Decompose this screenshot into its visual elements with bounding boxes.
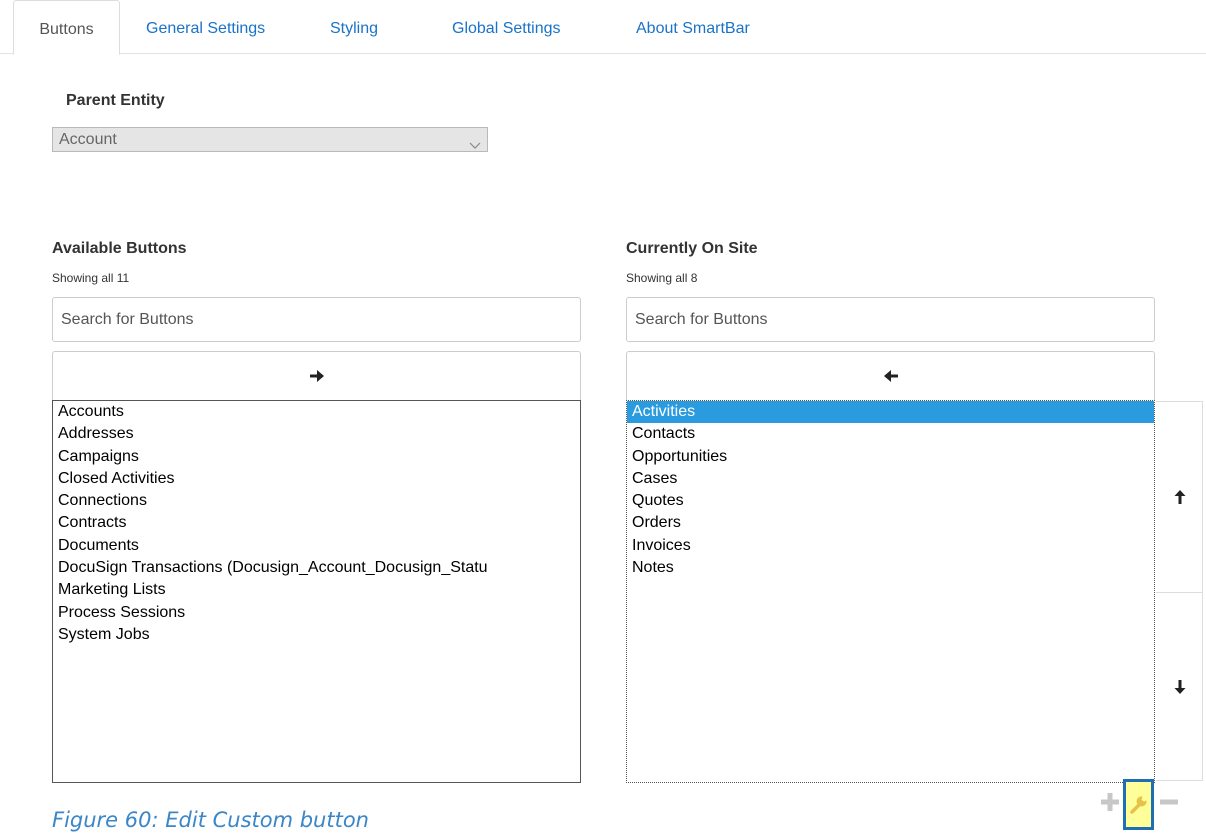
- edit-button[interactable]: [1123, 779, 1154, 830]
- list-item[interactable]: System Jobs: [53, 624, 580, 646]
- plus-icon: [1099, 793, 1121, 817]
- figure-caption: Figure 60: Edit Custom button: [52, 808, 369, 832]
- available-buttons-title: Available Buttons: [52, 240, 187, 257]
- list-item[interactable]: Marketing Lists: [53, 579, 580, 601]
- tab-styling[interactable]: Styling: [330, 0, 378, 53]
- tab-about-smartbar[interactable]: About SmartBar: [636, 0, 750, 53]
- list-item[interactable]: Contacts: [627, 423, 1154, 445]
- available-buttons-count: Showing all 11: [52, 271, 130, 285]
- list-item[interactable]: Documents: [53, 535, 580, 557]
- tab-buttons[interactable]: Buttons: [13, 0, 120, 55]
- add-button[interactable]: [1099, 791, 1121, 813]
- tab-global-settings[interactable]: Global Settings: [452, 0, 561, 53]
- list-item[interactable]: Addresses: [53, 423, 580, 445]
- list-item[interactable]: Quotes: [627, 490, 1154, 512]
- list-item[interactable]: Process Sessions: [53, 602, 580, 624]
- move-up-button[interactable]: [1156, 402, 1203, 593]
- list-item[interactable]: Activities: [627, 401, 1154, 424]
- current-search-input[interactable]: [626, 297, 1155, 342]
- move-to-site-button[interactable]: [52, 351, 581, 400]
- list-item[interactable]: Notes: [627, 557, 1154, 579]
- list-item[interactable]: Connections: [53, 490, 580, 512]
- list-item[interactable]: Invoices: [627, 535, 1154, 557]
- move-down-button[interactable]: [1156, 592, 1203, 782]
- list-item[interactable]: DocuSign Transactions (Docusign_Account_…: [53, 557, 580, 579]
- available-search-input[interactable]: [52, 297, 581, 342]
- tab-general-settings[interactable]: General Settings: [146, 0, 265, 53]
- list-item[interactable]: Opportunities: [627, 446, 1154, 468]
- list-item[interactable]: Cases: [627, 468, 1154, 490]
- tab-bar: Buttons General Settings Styling Global …: [0, 0, 1206, 55]
- parent-entity-select[interactable]: Account: [52, 127, 488, 152]
- parent-entity-label: Parent Entity: [66, 92, 165, 109]
- current-buttons-list[interactable]: Activities Contacts Opportunities Cases Quot…: [626, 400, 1155, 783]
- reorder-panel: [1156, 401, 1203, 781]
- current-buttons-count: Showing all 8: [626, 271, 698, 285]
- list-item[interactable]: Campaigns: [53, 446, 580, 468]
- list-item[interactable]: Closed Activities: [53, 468, 580, 490]
- wrench-icon: [1129, 794, 1149, 819]
- current-buttons-title: Currently On Site: [626, 240, 758, 257]
- available-buttons-list[interactable]: Accounts Addresses Campaigns Closed Activit…: [52, 400, 581, 783]
- chevron-down-icon: [469, 134, 481, 149]
- parent-entity-value: Account: [59, 131, 117, 148]
- move-to-available-button[interactable]: [626, 351, 1155, 400]
- list-item[interactable]: Contracts: [53, 512, 580, 534]
- list-item[interactable]: Orders: [627, 512, 1154, 534]
- minus-icon: [1158, 799, 1180, 817]
- list-item[interactable]: Accounts: [53, 401, 580, 423]
- remove-button[interactable]: [1158, 791, 1180, 813]
